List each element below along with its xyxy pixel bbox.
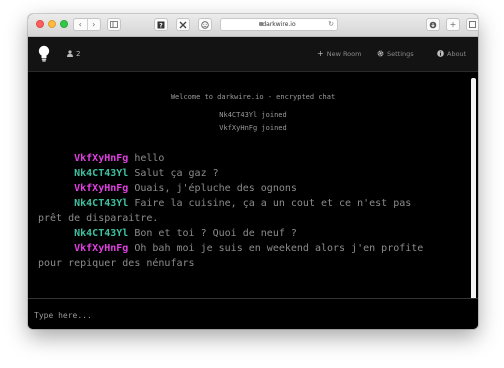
- settings-button[interactable]: Settings: [377, 49, 414, 59]
- chat-message: VkfXyHnFg Oh bah moi je suis en weekend …: [38, 226, 438, 286]
- user-icon: [67, 50, 73, 57]
- plus-tab-icon: +: [449, 20, 457, 29]
- settings-label: Settings: [387, 50, 414, 58]
- smiley-icon: [201, 21, 209, 29]
- zoom-window-button[interactable]: [60, 20, 68, 28]
- info-icon: [437, 50, 444, 57]
- message-username: VkfXyHnFg: [74, 243, 129, 254]
- user-count-value: 2: [76, 50, 81, 58]
- chat-scrollbar[interactable]: [471, 78, 476, 303]
- sidebar-toggle-button[interactable]: [107, 18, 121, 31]
- chat-log: Welcome to darkwire.io - encrypted chat …: [28, 72, 478, 298]
- new-tab-button[interactable]: +: [446, 18, 460, 31]
- system-message-joined: VkfXyHnFg joined: [219, 124, 287, 132]
- minimize-window-button[interactable]: [48, 20, 56, 28]
- extension-button[interactable]: ?: [154, 18, 168, 31]
- lightbulb-icon[interactable]: [38, 45, 50, 63]
- plus-icon: +: [317, 49, 324, 58]
- forward-button[interactable]: ›: [88, 19, 101, 30]
- system-message-joined: Nk4CT43Yl joined: [219, 111, 287, 119]
- address-bar[interactable]: darkwire.io ↻: [220, 18, 338, 31]
- new-room-button[interactable]: + New Room: [317, 49, 361, 59]
- tabs-icon: [469, 21, 476, 28]
- download-button[interactable]: [426, 18, 440, 31]
- download-icon: [429, 21, 437, 29]
- message-composer: [28, 298, 478, 329]
- extension-icon: ?: [157, 21, 165, 30]
- back-button[interactable]: ‹: [74, 19, 88, 30]
- history-nav: ‹ ›: [73, 18, 101, 31]
- reload-icon[interactable]: ↻: [328, 19, 334, 30]
- browser-window: ‹ › ? darkwire.io ↻ + 2 + New Room Setti…: [28, 14, 478, 329]
- svg-text:?: ?: [159, 23, 163, 30]
- message-username: Nk4CT43Yl: [74, 198, 129, 209]
- address-url: darkwire.io: [262, 21, 296, 28]
- privacy-button[interactable]: [198, 18, 212, 31]
- about-button[interactable]: About: [437, 49, 466, 59]
- sidebar-icon: [110, 21, 118, 28]
- user-count[interactable]: 2: [67, 49, 80, 59]
- close-window-button[interactable]: [36, 20, 44, 28]
- gear-icon: [377, 50, 384, 57]
- tools-icon: [179, 21, 187, 29]
- app-header: 2 + New Room Settings About: [28, 37, 478, 72]
- browser-toolbar: ‹ › ? darkwire.io ↻ +: [28, 14, 478, 37]
- system-message-welcome: Welcome to darkwire.io - encrypted chat: [170, 93, 336, 101]
- message-input[interactable]: [32, 305, 466, 325]
- new-room-label: New Room: [326, 50, 362, 58]
- about-label: About: [447, 50, 467, 58]
- tab-overview-button[interactable]: [466, 18, 478, 31]
- tools-button[interactable]: [176, 18, 190, 31]
